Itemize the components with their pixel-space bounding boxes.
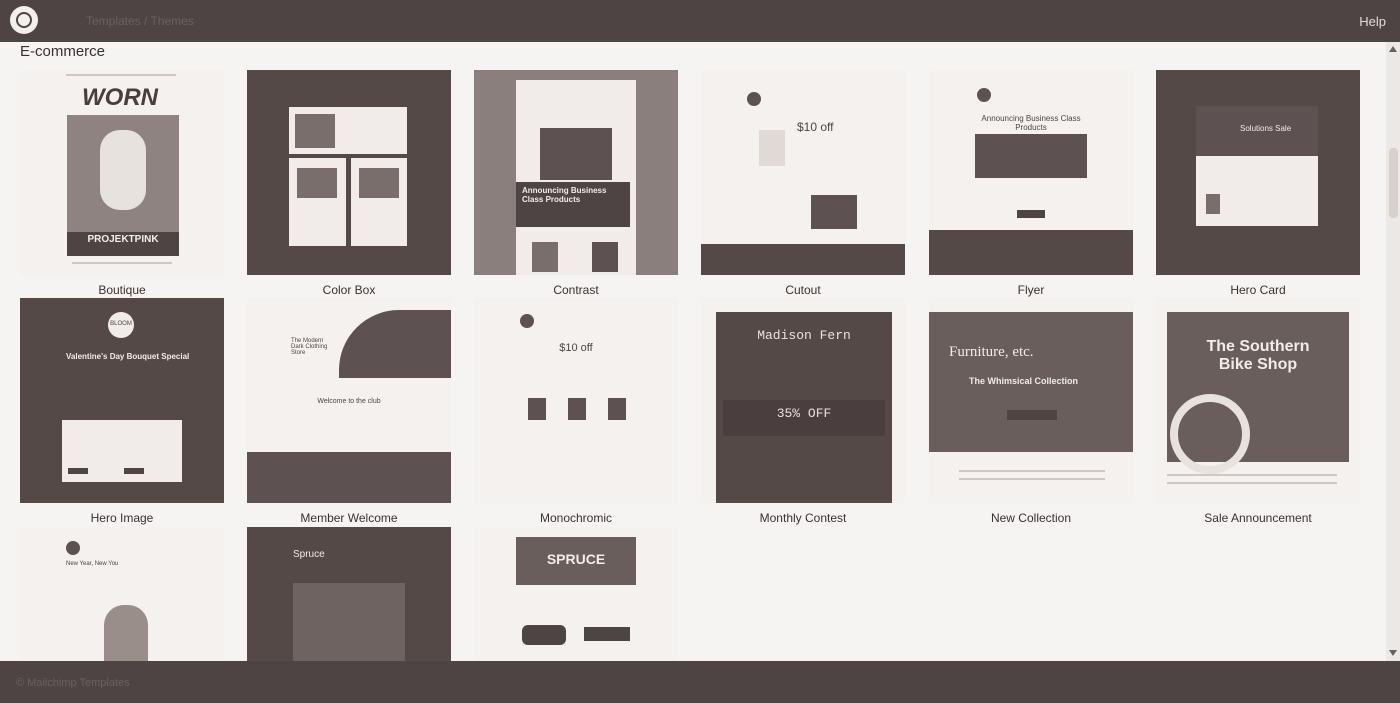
template-card-hero-card[interactable]: Solutions Sale Hero Card	[1156, 70, 1360, 330]
template-card-boutique[interactable]: WORN PROJEKTPINK Boutique	[20, 70, 224, 330]
template-card-flyer[interactable]: Announcing Business Class Products Flyer	[929, 70, 1133, 330]
template-thumbnail: $10 off	[701, 70, 905, 275]
member-welcome-msg: Welcome to the club	[317, 398, 381, 405]
app-logo-icon[interactable]	[10, 6, 38, 34]
row3-spruce: Spruce	[293, 549, 325, 560]
boutique-brand: PROJEKTPINK	[87, 234, 159, 245]
template-label: Monthly Contest	[759, 511, 847, 525]
template-card-new-collection[interactable]: Furniture, etc. The Whimsical Collection…	[929, 298, 1133, 538]
template-label: Sale Announcement	[1204, 511, 1312, 525]
contrast-title: Announcing Business Class Products	[522, 186, 607, 204]
footer-text: © Mailchimp Templates	[16, 677, 130, 689]
template-label: Hero Image	[90, 511, 154, 525]
template-thumbnail: WORN PROJEKTPINK	[20, 70, 224, 275]
sale-title-1: The Southern	[1206, 338, 1310, 355]
top-bar: Templates / Themes Help	[0, 0, 1400, 42]
template-thumbnail: BLOOM Valentine's Day Bouquet Special	[20, 298, 224, 503]
category-heading: E-commerce	[20, 43, 106, 60]
scroll-down-icon[interactable]	[1389, 650, 1397, 656]
row3-new-you: New Year, New You	[66, 561, 119, 567]
template-thumbnail: The Southern Bike Shop	[1156, 298, 1360, 503]
template-label: Boutique	[98, 283, 146, 297]
template-thumbnail: The Modern Dark Clothing Store Welcome t…	[247, 298, 451, 503]
hero-image-title: Valentine's Day Bouquet Special	[66, 352, 190, 361]
template-label: Color Box	[322, 283, 376, 297]
new-collection-sub: The Whimsical Collection	[969, 376, 1079, 386]
monthly-contest-offer: 35% OFF	[776, 406, 832, 421]
template-label: New Collection	[990, 511, 1072, 525]
sale-title-2: Bike Shop	[1218, 356, 1298, 373]
cutout-offer: $10 off	[797, 120, 834, 134]
template-card-hero-image[interactable]: BLOOM Valentine's Day Bouquet Special He…	[20, 298, 224, 538]
monthly-contest-title: Madison Fern	[757, 328, 851, 343]
template-thumbnail: New Year, New You	[20, 527, 224, 661]
vertical-scrollbar[interactable]	[1386, 42, 1400, 661]
template-thumbnail: Madison Fern 35% OFF	[701, 298, 905, 503]
template-gallery: E-commerce WORN PROJEKTPINK Boutique Col…	[0, 42, 1400, 661]
template-card-sale-announcement[interactable]: The Southern Bike Shop Sale Announcement	[1156, 298, 1360, 538]
template-label: Monochromic	[539, 511, 613, 525]
template-label: Hero Card	[1230, 283, 1286, 297]
hero-card-title: Solutions Sale	[1240, 124, 1292, 133]
template-label: Contrast	[553, 283, 599, 297]
breadcrumb[interactable]: Templates / Themes	[86, 14, 194, 28]
new-collection-title: Furniture, etc.	[949, 344, 1034, 360]
template-card-row3-1[interactable]: New Year, New You	[20, 527, 224, 661]
row3-spruce-banner: SPRUCE	[546, 551, 606, 567]
scroll-up-icon[interactable]	[1389, 46, 1397, 52]
template-card-cutout[interactable]: $10 off Cutout	[701, 70, 905, 330]
template-thumbnail: $10 off	[474, 298, 678, 503]
template-thumbnail: Spruce	[247, 527, 451, 661]
template-thumbnail: Announcing Business Class Products	[474, 70, 678, 275]
template-card-row3-3[interactable]: SPRUCE	[474, 527, 678, 661]
mono-offer: $10 off	[559, 342, 593, 354]
template-label: Flyer	[1017, 283, 1045, 297]
template-label: Member Welcome	[300, 511, 398, 525]
template-label: Cutout	[785, 283, 821, 297]
template-card-row3-2[interactable]: Spruce	[247, 527, 451, 661]
template-card-color-box[interactable]: Color Box	[247, 70, 451, 330]
member-welcome-title: The Modern Dark Clothing Store	[291, 338, 328, 356]
template-thumbnail: Solutions Sale	[1156, 70, 1360, 275]
hero-image-badge: BLOOM	[110, 321, 132, 327]
template-card-member-welcome[interactable]: The Modern Dark Clothing Store Welcome t…	[247, 298, 451, 538]
template-thumbnail: Furniture, etc. The Whimsical Collection	[929, 298, 1133, 503]
boutique-logo: WORN	[82, 84, 158, 111]
scrollbar-thumb[interactable]	[1389, 148, 1398, 218]
template-thumbnail: SPRUCE	[474, 527, 678, 661]
template-card-monochromic[interactable]: $10 off Monochromic	[474, 298, 678, 538]
template-thumbnail	[247, 70, 451, 275]
template-thumbnail: Announcing Business Class Products	[929, 70, 1133, 275]
footer-bar: © Mailchimp Templates	[0, 661, 1400, 703]
help-link[interactable]: Help	[1359, 14, 1386, 29]
flyer-title: Announcing Business Class Products	[981, 114, 1081, 132]
template-card-monthly-contest[interactable]: Madison Fern 35% OFF Monthly Contest	[701, 298, 905, 538]
template-card-contrast[interactable]: Announcing Business Class Products Contr…	[474, 70, 678, 330]
